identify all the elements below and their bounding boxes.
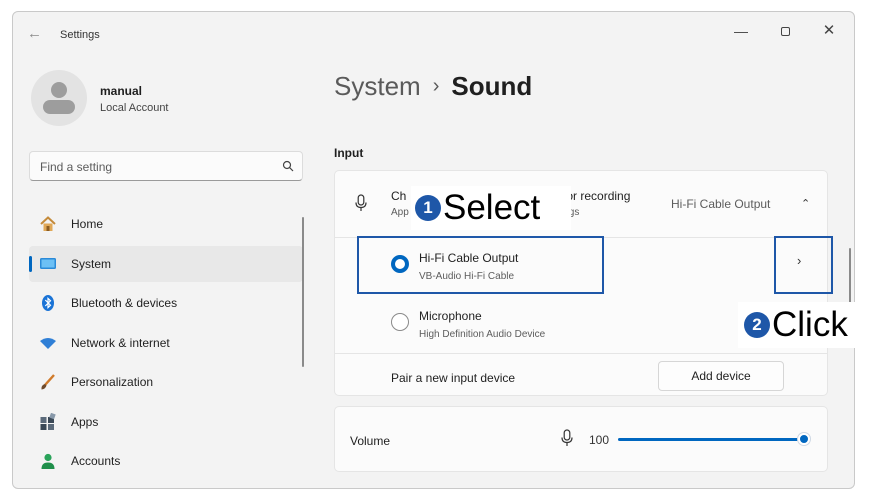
person-icon xyxy=(41,453,55,469)
home-icon xyxy=(40,216,56,231)
avatar-body xyxy=(43,100,75,114)
choose-desc-start: App xyxy=(391,207,409,218)
sidebar-item-label: Network & internet xyxy=(71,336,170,350)
volume-label: Volume xyxy=(350,434,391,448)
divider xyxy=(335,353,827,354)
search-input[interactable]: Find a setting xyxy=(29,151,303,181)
account-type: Local Account xyxy=(100,102,169,114)
pair-device-label: Pair a new input device xyxy=(391,371,516,385)
avatar-head xyxy=(51,82,67,98)
sidebar-item-label: Home xyxy=(71,217,104,231)
user-name: manual xyxy=(100,84,143,98)
current-input-device[interactable]: Hi-Fi Cable Output xyxy=(671,197,770,211)
microphone-icon xyxy=(355,194,367,211)
chevron-up-icon[interactable]: ⌃ xyxy=(801,197,810,210)
highlight-box-click xyxy=(774,236,833,294)
choose-title-start: Ch xyxy=(391,189,407,203)
sidebar-item-label: Apps xyxy=(71,415,99,429)
chevron-right-icon: › xyxy=(432,75,440,97)
sidebar-item-apps[interactable]: Apps xyxy=(29,404,303,440)
callout-text: Click xyxy=(772,305,848,344)
sidebar-item-bluetooth[interactable]: Bluetooth & devices xyxy=(29,285,303,321)
brush-icon xyxy=(41,374,55,390)
callout-select: 1 Select xyxy=(411,186,571,230)
device-name: Microphone xyxy=(419,309,482,323)
volume-card: Volume 100 xyxy=(334,406,828,472)
sidebar-item-personalization[interactable]: Personalization xyxy=(29,364,303,400)
minimize-button[interactable]: — xyxy=(726,20,756,42)
device-subtitle: High Definition Audio Device xyxy=(419,329,546,340)
microphone-icon xyxy=(561,429,573,446)
apps-icon xyxy=(40,413,56,430)
sidebar-scrollbar[interactable] xyxy=(302,217,304,367)
search-icon xyxy=(282,160,294,172)
volume-slider-thumb[interactable] xyxy=(798,433,810,445)
sidebar-item-label: Personalization xyxy=(71,375,154,389)
close-button[interactable]: ✕ xyxy=(814,20,844,42)
add-device-button[interactable]: Add device xyxy=(658,361,784,391)
avatar[interactable] xyxy=(31,70,87,126)
highlight-box-select xyxy=(357,236,604,294)
section-label-input: Input xyxy=(334,146,364,160)
bluetooth-icon xyxy=(42,295,54,311)
search-placeholder: Find a setting xyxy=(40,160,113,174)
sidebar-item-label: System xyxy=(71,257,112,271)
sidebar-item-accounts[interactable]: Accounts xyxy=(29,443,303,479)
app-title: Settings xyxy=(60,29,100,41)
sidebar-item-label: Bluetooth & devices xyxy=(71,296,178,310)
sidebar-item-label: Accounts xyxy=(71,454,121,468)
radio-unselected[interactable] xyxy=(391,313,409,331)
volume-slider-track[interactable] xyxy=(618,438,804,441)
maximize-icon xyxy=(780,27,790,36)
system-monitor-icon xyxy=(40,258,56,269)
active-indicator xyxy=(29,256,32,272)
title-bar: ← Settings — ✕ xyxy=(13,12,854,56)
maximize-button[interactable] xyxy=(770,20,800,42)
back-arrow-icon[interactable]: ← xyxy=(27,25,42,42)
sidebar-item-network[interactable]: Network & internet xyxy=(29,325,303,361)
page-title: Sound xyxy=(451,71,533,101)
breadcrumb-parent[interactable]: System xyxy=(334,71,421,101)
sidebar-item-home[interactable]: Home xyxy=(29,206,303,242)
step-badge: 2 xyxy=(744,312,770,338)
volume-value: 100 xyxy=(589,433,610,447)
callout-click: 2 Click xyxy=(738,302,869,348)
choose-title-end: or recording xyxy=(566,189,631,203)
sidebar-item-system[interactable]: System xyxy=(29,246,303,282)
step-badge: 1 xyxy=(415,195,441,221)
wifi-icon xyxy=(40,338,56,349)
callout-text: Select xyxy=(443,188,541,227)
breadcrumb: System › Sound xyxy=(334,71,532,102)
